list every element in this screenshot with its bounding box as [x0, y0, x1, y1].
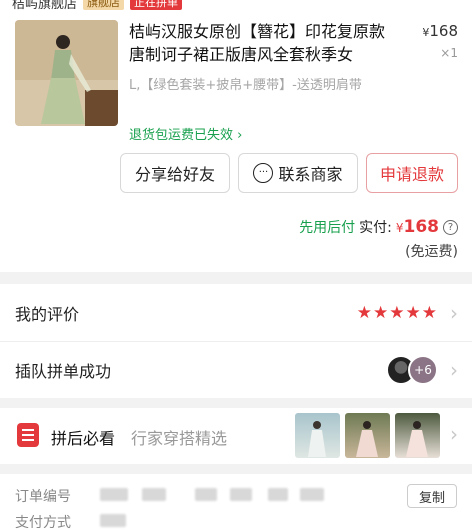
recommend-thumbnail[interactable] [395, 413, 440, 458]
store-flagship-badge: 旗舰店 [83, 0, 125, 10]
paid-amount: ¥168 [396, 217, 439, 237]
store-header[interactable]: 桔屿旗舰店 旗舰店 正在拼单 [12, 0, 183, 12]
order-card: 桔屿旗舰店 旗舰店 正在拼单 桔屿汉服女原创【簪花】印花复原款唐制诃子裙正版唐风… [0, 0, 472, 272]
contact-seller-label: 联系商家 [278, 165, 343, 184]
recommend-subtitle: 行家穿搭精选 [131, 429, 228, 448]
shipping-note: (免运费) [405, 244, 458, 260]
list-icon [17, 423, 39, 447]
chevron-right-icon: › [450, 300, 458, 325]
refund-button[interactable]: 申请退款 [366, 153, 458, 193]
my-review-label: 我的评价 [15, 304, 80, 324]
chat-icon: ··· [253, 163, 274, 183]
order-number-label: 订单编号 [15, 489, 71, 505]
order-number-redacted [268, 488, 288, 501]
recommend-thumbnail[interactable] [345, 413, 390, 458]
info-card: 我的评价 ★★★★★ › 插队拼单成功 +6 › [0, 284, 472, 398]
store-name[interactable]: 桔屿旗舰店 [12, 0, 77, 12]
paid-value: 168 [403, 217, 440, 237]
product-image[interactable] [15, 20, 118, 126]
order-number-redacted [142, 488, 166, 501]
product-quantity: ×1 [440, 46, 458, 60]
order-number-redacted [100, 488, 128, 501]
payment-summary: 先用后付 实付: ¥168 ? [299, 217, 458, 237]
copy-button[interactable]: 复制 [407, 484, 457, 508]
product-price: ¥168 [422, 22, 458, 40]
order-number-redacted [230, 488, 252, 501]
chevron-right-icon: › [450, 358, 458, 382]
group-order-label: 插队拼单成功 [15, 362, 112, 381]
recommend-card[interactable]: 拼后必看 行家穿搭精选 › [0, 408, 472, 464]
group-order-row[interactable]: 插队拼单成功 +6 › [0, 341, 472, 398]
pay-later-label: 先用后付 [299, 220, 356, 236]
rating-stars: ★★★★★ [356, 302, 438, 323]
payment-method-redacted [100, 514, 126, 527]
order-number-redacted [300, 488, 324, 501]
return-policy-link[interactable]: 退货包运费已失效 › [129, 124, 242, 143]
price-value: 168 [429, 22, 458, 40]
product-title[interactable]: 桔屿汉服女原创【簪花】印花复原款唐制诃子裙正版唐风全套秋季女 [129, 20, 399, 66]
product-spec: L,【绿色套装+披帛+腰带】-送透明肩带 [129, 78, 362, 93]
chevron-right-icon: › [233, 128, 243, 143]
help-icon[interactable]: ? [443, 219, 458, 235]
group-avatars: +6 [386, 355, 438, 385]
recommend-thumbnail[interactable] [295, 413, 340, 458]
recommend-title: 拼后必看 [51, 429, 116, 448]
share-button[interactable]: 分享给好友 [120, 153, 230, 193]
payment-method-label: 支付方式 [15, 515, 71, 530]
contact-seller-button[interactable]: ··· 联系商家 [238, 153, 358, 193]
store-group-badge: 正在拼单 [130, 0, 183, 10]
return-policy-text: 退货包运费已失效 [129, 128, 234, 143]
chevron-right-icon: › [450, 422, 458, 446]
order-number-redacted [195, 488, 217, 501]
order-info-card: 订单编号 复制 支付方式 [0, 474, 472, 530]
paid-label: 实付: [359, 220, 392, 236]
avatar-more-count: +6 [408, 355, 438, 385]
paid-currency: ¥ [395, 221, 404, 235]
my-review-row[interactable]: 我的评价 ★★★★★ › [0, 284, 472, 341]
